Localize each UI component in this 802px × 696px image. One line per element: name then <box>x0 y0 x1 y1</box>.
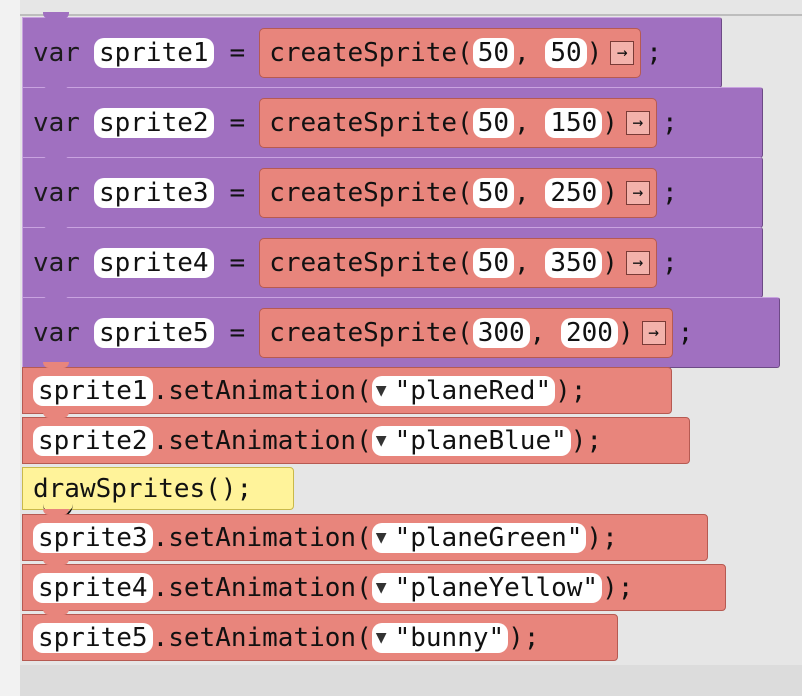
dropdown-caret-icon: ▼ <box>375 429 387 451</box>
set-animation-block-sprite5[interactable]: sprite5 .setAnimation(▼ "bunny"); <box>22 609 618 661</box>
semicolon: ; <box>677 317 694 348</box>
animation-dropdown[interactable]: ▼ "planeRed" <box>371 375 556 406</box>
dropdown-caret-icon: ▼ <box>375 626 387 648</box>
workspace-gutter <box>0 0 20 696</box>
dropdown-caret-icon: ▼ <box>375 576 387 598</box>
method-name: .setAnimation( <box>152 425 372 456</box>
method-name: .setAnimation( <box>152 622 372 653</box>
animation-name: "planeBlue" <box>394 425 567 456</box>
sprite-variable-field[interactable]: sprite1 <box>33 375 153 406</box>
var-block-sprite3[interactable]: var sprite3 = createSprite(50, 250) → ; <box>22 152 763 228</box>
set-animation-block-sprite2[interactable]: sprite2 .setAnimation(▼ "planeBlue"); <box>22 412 690 464</box>
equals-sign: = <box>229 317 246 348</box>
animation-name: "planeYellow" <box>394 572 599 603</box>
y-arg-field[interactable]: 50 <box>545 37 587 68</box>
animation-name: "planeGreen" <box>394 522 583 553</box>
draw-sprites-block[interactable]: drawSprites(); <box>22 467 294 518</box>
x-arg-field[interactable]: 300 <box>472 317 530 348</box>
variable-name-field[interactable]: sprite4 <box>93 247 214 278</box>
var-block-sprite2[interactable]: var sprite2 = createSprite(50, 150) → ; <box>22 82 763 158</box>
variable-name-field[interactable]: sprite1 <box>93 37 214 68</box>
var-keyword: var <box>33 37 80 68</box>
y-arg-field[interactable]: 200 <box>560 317 618 348</box>
x-arg-field[interactable]: 50 <box>472 247 515 278</box>
block-notch <box>43 292 69 299</box>
semicolon: ; <box>646 37 662 68</box>
code-workspace[interactable]: var sprite1 = createSprite(50, 50) → ; v… <box>0 0 802 696</box>
equals-sign: = <box>229 177 246 208</box>
expand-arrow-icon[interactable]: → <box>625 250 650 275</box>
function-name: createSprite <box>269 317 458 348</box>
draw-sprites-call: drawSprites(); <box>33 473 253 504</box>
method-name: .setAnimation( <box>152 572 372 603</box>
method-name: .setAnimation( <box>152 522 372 553</box>
function-name: createSprite <box>269 107 458 138</box>
sprite-variable-field[interactable]: sprite2 <box>33 425 153 456</box>
expand-arrow-icon[interactable]: → <box>625 180 650 205</box>
create-sprite-block[interactable]: createSprite(50, 150) → <box>259 97 657 148</box>
set-animation-block-sprite4[interactable]: sprite4 .setAnimation(▼ "planeYellow"); <box>22 559 726 611</box>
semicolon: ; <box>661 247 678 278</box>
x-arg-field[interactable]: 50 <box>472 177 515 208</box>
animation-dropdown[interactable]: ▼ "planeYellow" <box>371 572 603 603</box>
block-notch <box>43 509 69 515</box>
block-notch <box>43 609 69 615</box>
dropdown-caret-icon: ▼ <box>375 379 387 401</box>
block-notch <box>43 222 69 229</box>
expand-arrow-icon[interactable]: → <box>641 320 666 345</box>
variable-name-field[interactable]: sprite2 <box>93 107 214 138</box>
block-notch <box>43 559 69 565</box>
semicolon: ; <box>661 107 678 138</box>
create-sprite-block[interactable]: createSprite(300, 200) → <box>259 307 673 358</box>
var-keyword: var <box>33 317 80 348</box>
set-animation-block-sprite3[interactable]: sprite3 .setAnimation(▼ "planeGreen"); <box>22 509 708 561</box>
block-notch <box>43 152 69 159</box>
function-name: createSprite <box>269 247 458 278</box>
block-notch <box>43 82 69 89</box>
y-arg-field[interactable]: 250 <box>545 177 603 208</box>
equals-sign: = <box>229 37 246 68</box>
create-sprite-block[interactable]: createSprite(50, 350) → <box>259 237 657 288</box>
y-arg-field[interactable]: 150 <box>545 107 603 138</box>
create-sprite-block[interactable]: createSprite(50, 250) → <box>259 167 657 218</box>
sprite-variable-field[interactable]: sprite5 <box>33 622 153 653</box>
set-animation-block-sprite1[interactable]: sprite1 .setAnimation(▼ "planeRed"); <box>22 362 672 414</box>
function-name: createSprite <box>269 37 458 68</box>
block-notch <box>43 412 69 418</box>
y-arg-field[interactable]: 350 <box>545 247 603 278</box>
animation-name: "bunny" <box>394 622 505 653</box>
equals-sign: = <box>229 107 246 138</box>
var-block-sprite4[interactable]: var sprite4 = createSprite(50, 350) → ; <box>22 222 763 298</box>
animation-dropdown[interactable]: ▼ "planeGreen" <box>371 522 587 553</box>
var-keyword: var <box>33 177 80 208</box>
block-notch <box>43 362 69 368</box>
var-block-sprite5[interactable]: var sprite5 = createSprite(300, 200) → ; <box>22 292 780 368</box>
create-sprite-block[interactable]: createSprite(50, 50) → <box>259 27 642 78</box>
var-keyword: var <box>33 107 80 138</box>
var-keyword: var <box>33 247 80 278</box>
animation-dropdown[interactable]: ▼ "bunny" <box>371 622 509 653</box>
sprite-variable-field[interactable]: sprite3 <box>33 522 153 553</box>
workspace-bottom-area <box>20 665 802 696</box>
sprite-variable-field[interactable]: sprite4 <box>33 572 153 603</box>
expand-arrow-icon[interactable]: → <box>610 40 635 65</box>
method-name: .setAnimation( <box>152 375 372 406</box>
block-notch <box>43 12 69 19</box>
x-arg-field[interactable]: 50 <box>472 37 515 68</box>
function-name: createSprite <box>269 177 458 208</box>
var-block-sprite1[interactable]: var sprite1 = createSprite(50, 50) → ; <box>22 12 722 88</box>
animation-name: "planeRed" <box>394 375 552 406</box>
animation-dropdown[interactable]: ▼ "planeBlue" <box>371 425 571 456</box>
equals-sign: = <box>229 247 246 278</box>
dropdown-caret-icon: ▼ <box>375 526 387 548</box>
variable-name-field[interactable]: sprite5 <box>93 317 214 348</box>
workspace-top-border <box>20 14 802 16</box>
expand-arrow-icon[interactable]: → <box>625 110 650 135</box>
x-arg-field[interactable]: 50 <box>472 107 515 138</box>
variable-name-field[interactable]: sprite3 <box>93 177 214 208</box>
semicolon: ; <box>661 177 678 208</box>
